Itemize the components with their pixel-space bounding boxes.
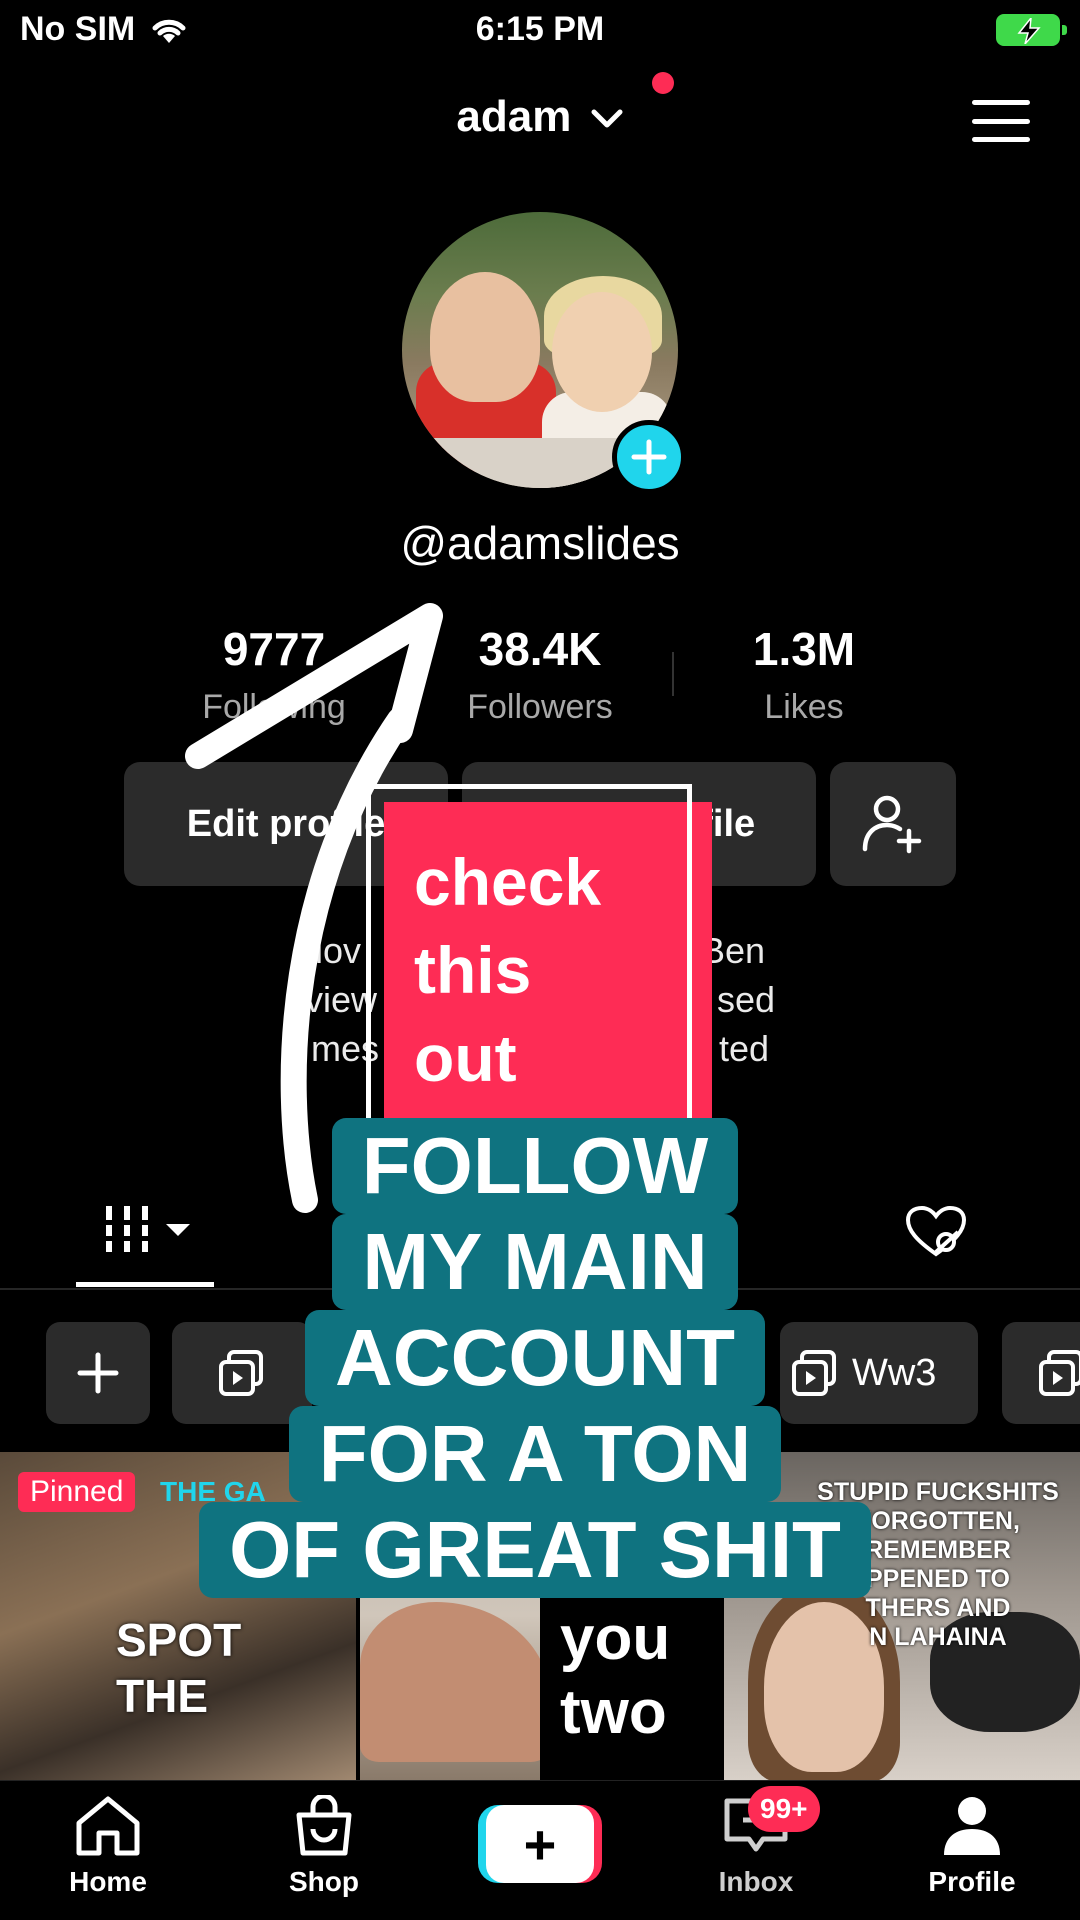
shopping-bag-icon — [296, 1793, 352, 1856]
plus-icon: + — [486, 1805, 594, 1883]
bottom-nav: Home Shop + Inbox Profile — [0, 1780, 1080, 1920]
inbox-badge: 99+ — [748, 1786, 820, 1832]
profile-icon — [944, 1797, 1000, 1855]
nav-shop[interactable]: Shop — [234, 1793, 414, 1898]
create-button[interactable]: + — [478, 1805, 602, 1883]
nav-profile[interactable]: Profile — [882, 1795, 1062, 1898]
nav-home[interactable]: Home — [18, 1795, 198, 1898]
follow-sticker: FOLLOW MY MAIN ACCOUNT FOR A TON OF GREA… — [170, 1118, 900, 1598]
home-icon — [76, 1796, 140, 1856]
sticker-frame — [366, 784, 692, 1126]
